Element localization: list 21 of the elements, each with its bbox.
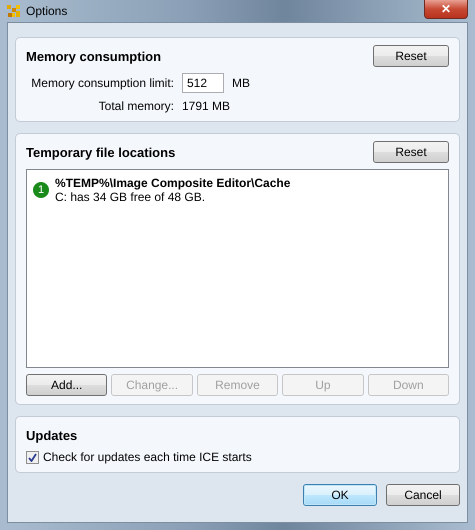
window-title: Options bbox=[26, 4, 68, 18]
close-button[interactable]: ✕ bbox=[424, 0, 468, 19]
checkbox[interactable] bbox=[26, 450, 39, 464]
section-title: Memory consumption bbox=[26, 48, 162, 64]
reset-button[interactable]: Reset bbox=[373, 45, 449, 67]
checkbox-label[interactable]: Check for updates each time ICE starts bbox=[43, 450, 252, 464]
app-icon bbox=[7, 4, 21, 18]
field-label: Memory consumption limit: bbox=[30, 76, 174, 90]
reset-button[interactable]: Reset bbox=[373, 141, 449, 163]
section-title: Updates bbox=[26, 428, 78, 442]
dialog-button[interactable]: OK bbox=[303, 484, 377, 506]
number-badge: 1 bbox=[33, 182, 49, 198]
list-button[interactable]: Add... bbox=[26, 374, 108, 396]
unit-label: MB bbox=[232, 76, 250, 90]
location-path[interactable]: %TEMP%\Image Composite Editor\Cache bbox=[55, 176, 290, 190]
dialog-button[interactable]: Cancel bbox=[386, 484, 460, 506]
field-label: Total memory: bbox=[98, 99, 174, 113]
location-info: C: has 34 GB free of 48 GB. bbox=[55, 190, 206, 204]
total-value: 1791 MB bbox=[182, 99, 230, 113]
input-field[interactable]: 512 bbox=[182, 73, 224, 93]
section-title: Temporary file locations bbox=[26, 144, 176, 160]
